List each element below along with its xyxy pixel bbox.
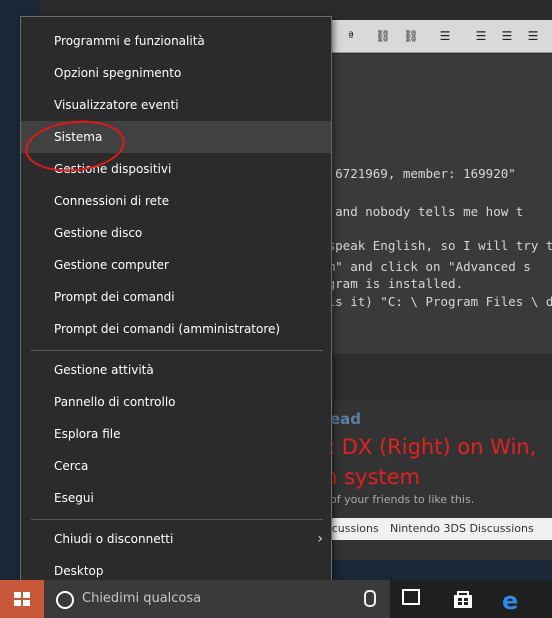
superscript-icon[interactable]: ª [340, 25, 362, 47]
store-icon[interactable] [452, 589, 474, 609]
search-box[interactable]: Chiedimi qualcosa [44, 580, 390, 618]
menu-divider [31, 519, 323, 520]
breadcrumb-item[interactable]: Nintendo 3DS Discussions [390, 522, 534, 535]
menu-item-prompt-comandi-admin[interactable]: Prompt dei comandi (amministratore) [21, 313, 331, 345]
menu-item-prompt-comandi[interactable]: Prompt dei comandi [21, 281, 331, 313]
menu-item-cerca[interactable]: Cerca [21, 450, 331, 482]
unlink-icon[interactable]: ⛓ [400, 25, 422, 47]
numbered-list-icon[interactable]: ☰ [496, 25, 518, 47]
edge-icon[interactable]: e [502, 587, 518, 615]
menu-item-label: Chiudi o disconnetti [54, 532, 174, 546]
menu-item-visualizzatore-eventi[interactable]: Visualizzatore eventi [21, 89, 331, 121]
taskbar: Chiedimi qualcosa e [0, 580, 552, 618]
link-icon[interactable]: ⛓ [372, 25, 394, 47]
search-icon [56, 591, 74, 609]
search-input[interactable]: Chiedimi qualcosa [82, 580, 201, 618]
windows-logo-icon [14, 592, 30, 606]
start-button[interactable] [0, 580, 44, 618]
microphone-icon[interactable] [364, 590, 376, 607]
menu-item-esplora-file[interactable]: Esplora file [21, 418, 331, 450]
list-icon[interactable]: ☰ [470, 25, 492, 47]
menu-item-programmi[interactable]: Programmi e funzionalità [21, 25, 331, 57]
task-view-icon[interactable] [402, 589, 420, 605]
menu-item-gestione-disco[interactable]: Gestione disco [21, 217, 331, 249]
menu-item-opzioni-spegnimento[interactable]: Opzioni spegnimento [21, 57, 331, 89]
align-icon[interactable]: ☰ [434, 25, 456, 47]
indent-icon[interactable]: ☰ [522, 25, 544, 47]
chevron-right-icon: › [317, 531, 323, 547]
breadcrumb-item[interactable]: scussions [326, 522, 379, 535]
menu-item-gestione-attivita[interactable]: Gestione attività [21, 354, 331, 386]
winx-context-menu: Programmi e funzionalità Opzioni spegnim… [20, 16, 332, 595]
menu-item-pannello-controllo[interactable]: Pannello di controllo [21, 386, 331, 418]
thread-title: ead [330, 410, 362, 428]
menu-item-esegui[interactable]: Esegui [21, 482, 331, 514]
menu-item-chiudi-disconnetti[interactable]: Chiudi o disconnetti › [21, 523, 331, 555]
thread-subtext: of your friends to like this. [330, 493, 475, 506]
menu-item-connessioni-rete[interactable]: Connessioni di rete [21, 185, 331, 217]
menu-item-gestione-computer[interactable]: Gestione computer [21, 249, 331, 281]
menu-divider [31, 350, 323, 351]
